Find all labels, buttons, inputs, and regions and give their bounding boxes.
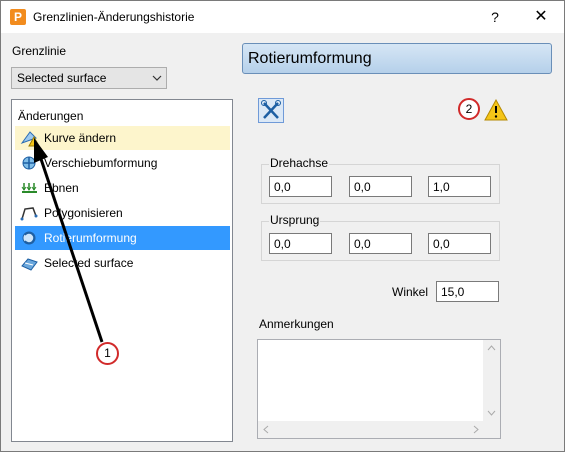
app-logo-icon: P — [10, 9, 26, 25]
ursprung-label: Ursprung — [269, 213, 321, 227]
tree-item-rotierumformung[interactable]: Rotierumformung — [15, 226, 230, 250]
window-title: Grenzlinien-Änderungshistorie — [33, 10, 195, 24]
drehachse-z-field[interactable]: 1,0 — [428, 176, 491, 197]
tree-item-label: Polygonisieren — [44, 206, 123, 220]
scroll-left-icon[interactable] — [258, 421, 275, 438]
grenzlinie-label: Grenzlinie — [12, 44, 67, 58]
help-button[interactable]: ? — [475, 5, 515, 29]
scroll-right-icon[interactable] — [467, 421, 484, 438]
close-button[interactable]: ✕ — [521, 5, 561, 29]
warning-icon — [484, 99, 508, 121]
scissors-icon — [261, 100, 281, 119]
polygonize-icon — [20, 207, 38, 221]
dialog-window: P Grenzlinien-Änderungshistorie ? ✕ Gren… — [0, 0, 565, 452]
scroll-down-icon[interactable] — [483, 404, 500, 421]
ursprung-x-field[interactable]: 0,0 — [269, 233, 332, 254]
tree-item-label: Verschiebumformung — [44, 156, 158, 170]
drehachse-label: Drehachse — [269, 156, 330, 170]
grenzlinie-dropdown[interactable]: Selected surface — [11, 67, 167, 89]
ursprung-y-field[interactable]: 0,0 — [349, 233, 412, 254]
rotate-transform-icon — [22, 231, 36, 245]
scroll-up-icon[interactable] — [483, 340, 500, 357]
shift-transform-icon — [22, 156, 36, 170]
tree-item-label: Selected surface — [44, 256, 134, 270]
winkel-label: Winkel — [392, 285, 429, 299]
anmerkungen-label: Anmerkungen — [259, 317, 334, 331]
title-bar: P Grenzlinien-Änderungshistorie ? ✕ — [1, 1, 564, 33]
tree-item-polygonisieren[interactable]: Polygonisieren — [15, 201, 230, 225]
section-title: Rotierumformung — [242, 43, 552, 74]
edit-transform-button[interactable] — [258, 98, 284, 123]
anmerkungen-textarea[interactable] — [257, 339, 501, 439]
tree-item-label: Rotierumformung — [44, 231, 137, 245]
drehachse-y-field[interactable]: 0,0 — [349, 176, 412, 197]
chevron-down-icon — [152, 75, 162, 81]
callout-marker-1: 1 — [96, 342, 119, 365]
horizontal-scrollbar[interactable] — [258, 421, 484, 438]
ursprung-z-field[interactable]: 0,0 — [428, 233, 491, 254]
tree-item-selected-surface[interactable]: Selected surface — [15, 251, 230, 275]
flatten-icon — [21, 183, 37, 193]
surface-icon — [21, 258, 38, 271]
grenzlinie-dropdown-value: Selected surface — [17, 71, 107, 85]
callout-marker-2: 2 — [458, 98, 480, 120]
winkel-field[interactable]: 15,0 — [436, 281, 499, 302]
changes-tree[interactable]: Änderungen Kurve ändern Verschiebumformu… — [11, 99, 233, 442]
vertical-scrollbar[interactable] — [483, 340, 500, 438]
curve-edit-warning-icon — [20, 131, 39, 147]
tree-item-ebnen[interactable]: Ebnen — [15, 176, 230, 200]
tree-item-kurve-aendern[interactable]: Kurve ändern — [15, 126, 230, 150]
tree-item-label: Ebnen — [44, 181, 79, 195]
drehachse-x-field[interactable]: 0,0 — [269, 176, 332, 197]
tree-item-verschiebumformung[interactable]: Verschiebumformung — [15, 151, 230, 175]
tree-header: Änderungen — [18, 109, 84, 123]
tree-item-label: Kurve ändern — [44, 131, 117, 145]
